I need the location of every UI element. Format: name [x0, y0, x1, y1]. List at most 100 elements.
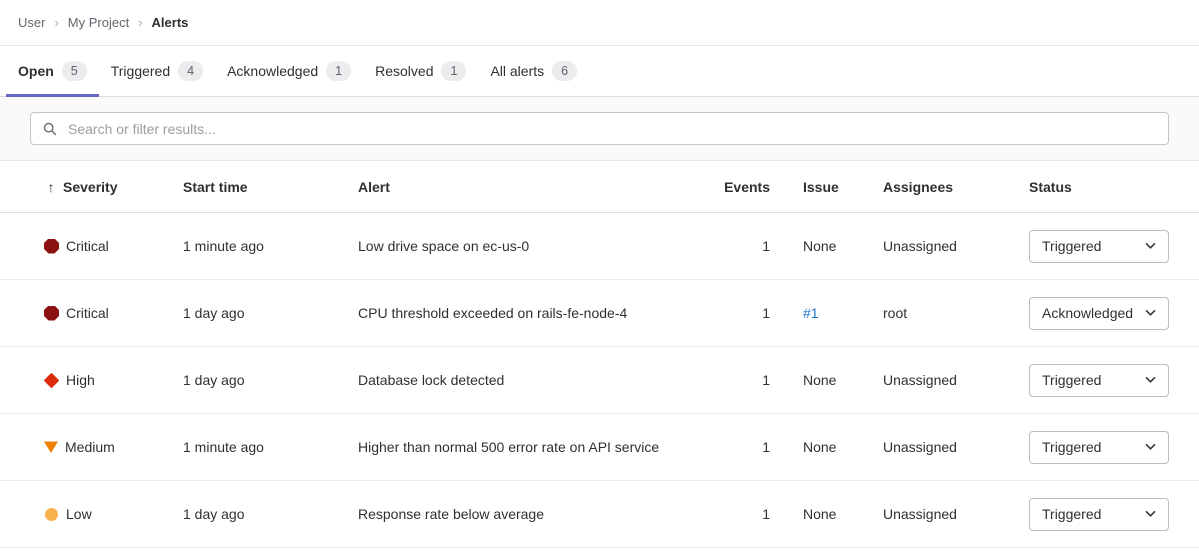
tab-open[interactable]: Open 5 — [6, 46, 99, 96]
tab-count-badge: 1 — [441, 61, 466, 82]
status-dropdown[interactable]: Triggered — [1029, 230, 1169, 263]
tab-count-badge: 5 — [62, 61, 87, 82]
alert-title[interactable]: Higher than normal 500 error rate on API… — [358, 439, 700, 455]
tab-count-badge: 4 — [178, 61, 203, 82]
severity-low-icon — [45, 508, 58, 521]
status-cell: Acknowledged — [1029, 297, 1169, 330]
status-cell: Triggered — [1029, 431, 1169, 464]
table-row[interactable]: High 1 day ago Database lock detected 1 … — [0, 347, 1199, 414]
tab-count-badge: 6 — [552, 61, 577, 82]
status-dropdown[interactable]: Acknowledged — [1029, 297, 1169, 330]
table-row[interactable]: Critical 1 minute ago Low drive space on… — [0, 213, 1199, 280]
arrow-up-icon: ↑ — [44, 179, 58, 195]
severity-critical-icon — [44, 239, 59, 254]
table-body: Critical 1 minute ago Low drive space on… — [0, 213, 1199, 548]
alert-title[interactable]: Response rate below average — [358, 506, 700, 522]
events-count: 1 — [700, 372, 770, 388]
status-label: Triggered — [1042, 372, 1101, 388]
severity-label: High — [66, 372, 95, 388]
status-cell: Triggered — [1029, 364, 1169, 397]
start-time: 1 minute ago — [183, 238, 358, 254]
severity-label: Critical — [66, 305, 109, 321]
column-header-start-time: Start time — [183, 179, 358, 195]
alert-title[interactable]: Low drive space on ec-us-0 — [358, 238, 700, 254]
tab-label: Triggered — [111, 63, 170, 79]
start-time: 1 day ago — [183, 305, 358, 321]
severity-cell: Critical — [44, 305, 183, 321]
events-count: 1 — [700, 238, 770, 254]
table-row[interactable]: Critical 1 day ago CPU threshold exceede… — [0, 280, 1199, 347]
severity-cell: Medium — [44, 439, 183, 455]
tab-resolved[interactable]: Resolved 1 — [363, 46, 478, 96]
tab-label: Acknowledged — [227, 63, 318, 79]
search-input[interactable] — [66, 120, 1156, 138]
column-header-alert: Alert — [358, 179, 700, 195]
issue-cell: None — [770, 506, 883, 522]
events-count: 1 — [700, 439, 770, 455]
severity-cell: Critical — [44, 238, 183, 254]
breadcrumb: User › My Project › Alerts — [0, 0, 1199, 46]
alerts-tab-bar: Open 5 Triggered 4 Acknowledged 1 Resolv… — [0, 46, 1199, 97]
assignees: root — [883, 305, 1029, 321]
status-dropdown[interactable]: Triggered — [1029, 364, 1169, 397]
chevron-down-icon — [1145, 443, 1156, 451]
issue-cell: None — [770, 238, 883, 254]
severity-cell: Low — [44, 506, 183, 522]
breadcrumb-user[interactable]: User — [18, 15, 45, 30]
status-label: Triggered — [1042, 439, 1101, 455]
table-row[interactable]: Low 1 day ago Response rate below averag… — [0, 481, 1199, 548]
assignees: Unassigned — [883, 238, 1029, 254]
chevron-right-icon: › — [138, 15, 142, 30]
alert-title[interactable]: CPU threshold exceeded on rails-fe-node-… — [358, 305, 700, 321]
table-row[interactable]: Medium 1 minute ago Higher than normal 5… — [0, 414, 1199, 481]
tab-label: All alerts — [490, 63, 544, 79]
issue-cell: None — [770, 372, 883, 388]
column-header-events: Events — [700, 179, 770, 195]
severity-cell: High — [44, 372, 183, 388]
column-header-issue: Issue — [770, 179, 883, 195]
tab-label: Resolved — [375, 63, 433, 79]
status-label: Triggered — [1042, 506, 1101, 522]
issue-value: None — [803, 506, 836, 522]
issue-link[interactable]: #1 — [803, 305, 819, 321]
tab-label: Open — [18, 63, 54, 79]
assignees: Unassigned — [883, 372, 1029, 388]
tab-acknowledged[interactable]: Acknowledged 1 — [215, 46, 363, 96]
status-cell: Triggered — [1029, 230, 1169, 263]
alert-title[interactable]: Database lock detected — [358, 372, 700, 388]
search-box[interactable] — [30, 112, 1169, 145]
start-time: 1 day ago — [183, 372, 358, 388]
status-label: Acknowledged — [1042, 305, 1133, 321]
tab-count-badge: 1 — [326, 61, 351, 82]
table-header-row: ↑ Severity Start time Alert Events Issue… — [0, 161, 1199, 213]
column-header-severity[interactable]: ↑ Severity — [44, 179, 183, 195]
issue-value: None — [803, 238, 836, 254]
severity-label: Medium — [65, 439, 115, 455]
issue-value: None — [803, 372, 836, 388]
column-header-status: Status — [1029, 179, 1169, 195]
chevron-down-icon — [1145, 510, 1156, 518]
status-dropdown[interactable]: Triggered — [1029, 431, 1169, 464]
chevron-down-icon — [1145, 376, 1156, 384]
severity-critical-icon — [44, 306, 59, 321]
severity-high-icon — [44, 372, 60, 388]
breadcrumb-alerts: Alerts — [152, 15, 189, 30]
breadcrumb-my-project[interactable]: My Project — [68, 15, 129, 30]
tab-triggered[interactable]: Triggered 4 — [99, 46, 215, 96]
issue-cell: #1 — [770, 305, 883, 321]
issue-cell: None — [770, 439, 883, 455]
filter-bar — [0, 97, 1199, 161]
issue-value: None — [803, 439, 836, 455]
chevron-down-icon — [1145, 309, 1156, 317]
severity-label: Low — [66, 506, 92, 522]
column-header-label: Severity — [63, 179, 117, 195]
search-icon — [43, 122, 57, 136]
events-count: 1 — [700, 506, 770, 522]
severity-medium-icon — [44, 441, 58, 454]
start-time: 1 day ago — [183, 506, 358, 522]
severity-label: Critical — [66, 238, 109, 254]
start-time: 1 minute ago — [183, 439, 358, 455]
events-count: 1 — [700, 305, 770, 321]
tab-all-alerts[interactable]: All alerts 6 — [478, 46, 589, 96]
status-dropdown[interactable]: Triggered — [1029, 498, 1169, 531]
